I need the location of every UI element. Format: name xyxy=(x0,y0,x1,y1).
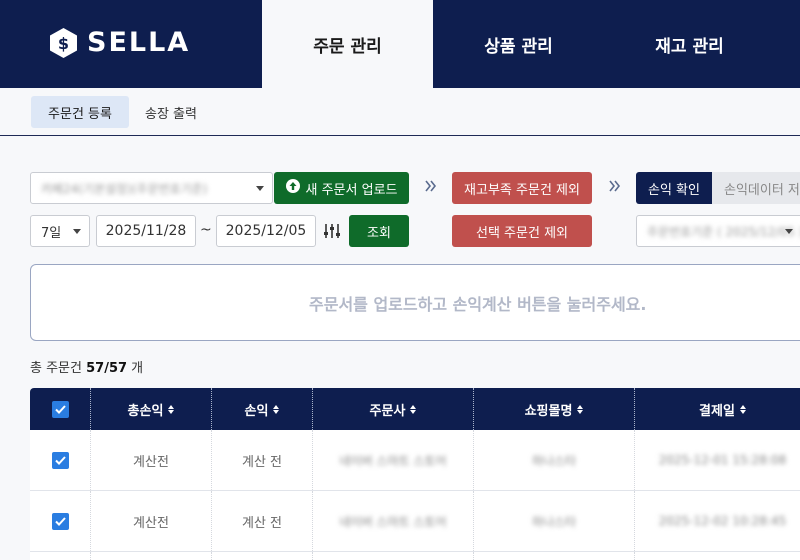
paid-at-value: 2025-12-02 10:28:45 xyxy=(658,514,787,528)
order-upload-drop-area[interactable]: 주문서를 업로드하고 손익계산 버튼을 눌러주세요. xyxy=(30,264,800,341)
table-row[interactable] xyxy=(30,552,800,560)
checkbox-checked-icon[interactable] xyxy=(51,512,69,530)
cell-profit xyxy=(212,552,313,560)
filter-sliders-icon[interactable] xyxy=(323,222,341,244)
subtab-invoice-print[interactable]: 송장 출력 xyxy=(133,96,209,128)
sort-icon xyxy=(273,404,280,414)
column-label: 손익 xyxy=(244,403,269,419)
caret-down-icon xyxy=(73,229,81,234)
profit-basis-value: 주문번호기준 ( 2025/12/05 ) xyxy=(647,224,800,239)
svg-text:$: $ xyxy=(58,34,69,53)
top-header: $ SELLA 주문 관리 상품 관리 재고 관리 xyxy=(0,0,800,88)
cell-orderer: 네이버 스마트 스토어 xyxy=(313,430,474,490)
paid-at-value: 2025-12-01 15:28:08 xyxy=(658,453,787,467)
cell-total-profit: 계산전 xyxy=(91,430,212,490)
chevron-double-right-icon xyxy=(425,179,437,197)
count-suffix: 개 xyxy=(127,361,144,376)
sort-icon xyxy=(739,404,746,414)
checkbox-checked-icon[interactable] xyxy=(51,451,69,469)
brand-logo[interactable]: $ SELLA xyxy=(50,27,190,58)
cell-mall-name xyxy=(474,552,635,560)
store-select-value: 카페24(기본설정)(주문번호기준) xyxy=(41,181,208,196)
column-total-profit[interactable]: 총손익 xyxy=(91,388,212,430)
count-value: 57/57 xyxy=(86,361,128,376)
mall-value: 하나스타 xyxy=(531,453,577,468)
tab-product-management[interactable]: 상품 관리 xyxy=(433,0,604,88)
table-header: 총손익 손익 주문사 쇼핑몰명 결제일 xyxy=(30,388,800,430)
column-label: 주문사 xyxy=(369,403,406,419)
cell-profit: 계산 전 xyxy=(212,430,313,490)
column-orderer[interactable]: 주문사 xyxy=(313,388,474,430)
upload-order-button[interactable]: 새 주문서 업로드 xyxy=(274,172,409,204)
table-row[interactable]: 계산전 계산 전 네이버 스마트 스토어 하나스타 2025-12-01 15:… xyxy=(30,430,800,491)
upload-arrow-icon xyxy=(285,179,300,197)
drop-area-message: 주문서를 업로드하고 손익계산 버튼을 눌러주세요. xyxy=(309,294,647,314)
profit-basis-select[interactable]: 주문번호기준 ( 2025/12/05 ) xyxy=(636,215,800,247)
table-row[interactable]: 계산전 계산 전 네이버 스마트 스토어 하나스타 2025-12-02 10:… xyxy=(30,491,800,552)
cell-payment-date xyxy=(635,552,800,560)
mall-value: 하나스타 xyxy=(531,514,577,529)
count-prefix: 총 주문건 xyxy=(30,361,87,376)
brand-name: SELLA xyxy=(87,27,191,58)
cell-total-profit: 계산전 xyxy=(91,491,212,551)
chevron-double-right-icon xyxy=(609,179,621,197)
row-select-cell[interactable] xyxy=(30,491,91,551)
profit-check-button[interactable]: 손익 확인 xyxy=(636,172,712,204)
date-to-input[interactable]: 2025/12/05 xyxy=(216,215,316,247)
cell-orderer xyxy=(313,552,474,560)
cell-payment-date: 2025-12-02 10:28:45 xyxy=(635,491,800,551)
cell-profit: 계산 전 xyxy=(212,491,313,551)
order-count-summary: 총 주문건 57/57 개 xyxy=(30,357,143,376)
sub-navigation: 주문건 등록 송장 출력 xyxy=(0,88,800,136)
checkbox-checked-icon[interactable] xyxy=(51,400,69,418)
orderer-value: 네이버 스마트 스토어 xyxy=(339,514,447,529)
search-button[interactable]: 조회 xyxy=(349,215,409,247)
column-profit[interactable]: 손익 xyxy=(212,388,313,430)
column-mall-name[interactable]: 쇼핑몰명 xyxy=(474,388,635,430)
cell-orderer: 네이버 스마트 스토어 xyxy=(313,491,474,551)
column-label: 쇼핑몰명 xyxy=(524,403,573,419)
caret-down-icon xyxy=(785,229,793,234)
cell-total-profit xyxy=(91,552,212,560)
tab-inventory-management[interactable]: 재고 관리 xyxy=(604,0,775,88)
exclude-selected-button[interactable]: 선택 주문건 제외 xyxy=(452,215,592,247)
cell-payment-date: 2025-12-01 15:28:08 xyxy=(635,430,800,490)
period-select[interactable]: 7일 xyxy=(30,215,90,247)
store-select[interactable]: 카페24(기본설정)(주문번호기준) xyxy=(30,172,273,204)
date-range-separator: ~ xyxy=(200,222,212,238)
date-from-input[interactable]: 2025/11/28 xyxy=(96,215,196,247)
upload-order-label: 새 주문서 업로드 xyxy=(305,182,398,198)
tab-order-management[interactable]: 주문 관리 xyxy=(262,0,433,88)
column-label: 결제일 xyxy=(699,403,735,419)
period-select-value: 7일 xyxy=(41,225,62,241)
row-select-cell[interactable] xyxy=(30,430,91,490)
sort-icon xyxy=(168,404,175,414)
orderer-value: 네이버 스마트 스토어 xyxy=(339,453,447,468)
header-select-all[interactable] xyxy=(30,388,91,430)
cell-mall-name: 하나스타 xyxy=(474,430,635,490)
exclude-out-of-stock-button[interactable]: 재고부족 주문건 제외 xyxy=(452,172,592,204)
logo-dollar-icon: $ xyxy=(50,27,77,58)
sort-icon xyxy=(577,404,584,414)
sort-icon xyxy=(410,404,417,414)
column-label: 총손익 xyxy=(127,403,164,419)
cell-mall-name: 하나스타 xyxy=(474,491,635,551)
caret-down-icon xyxy=(256,186,264,191)
column-payment-date[interactable]: 결제일 xyxy=(635,388,800,430)
profit-data-save-button[interactable]: 손익데이터 저 xyxy=(712,172,800,204)
subtab-order-register[interactable]: 주문건 등록 xyxy=(31,96,129,128)
row-select-cell[interactable] xyxy=(30,552,91,560)
